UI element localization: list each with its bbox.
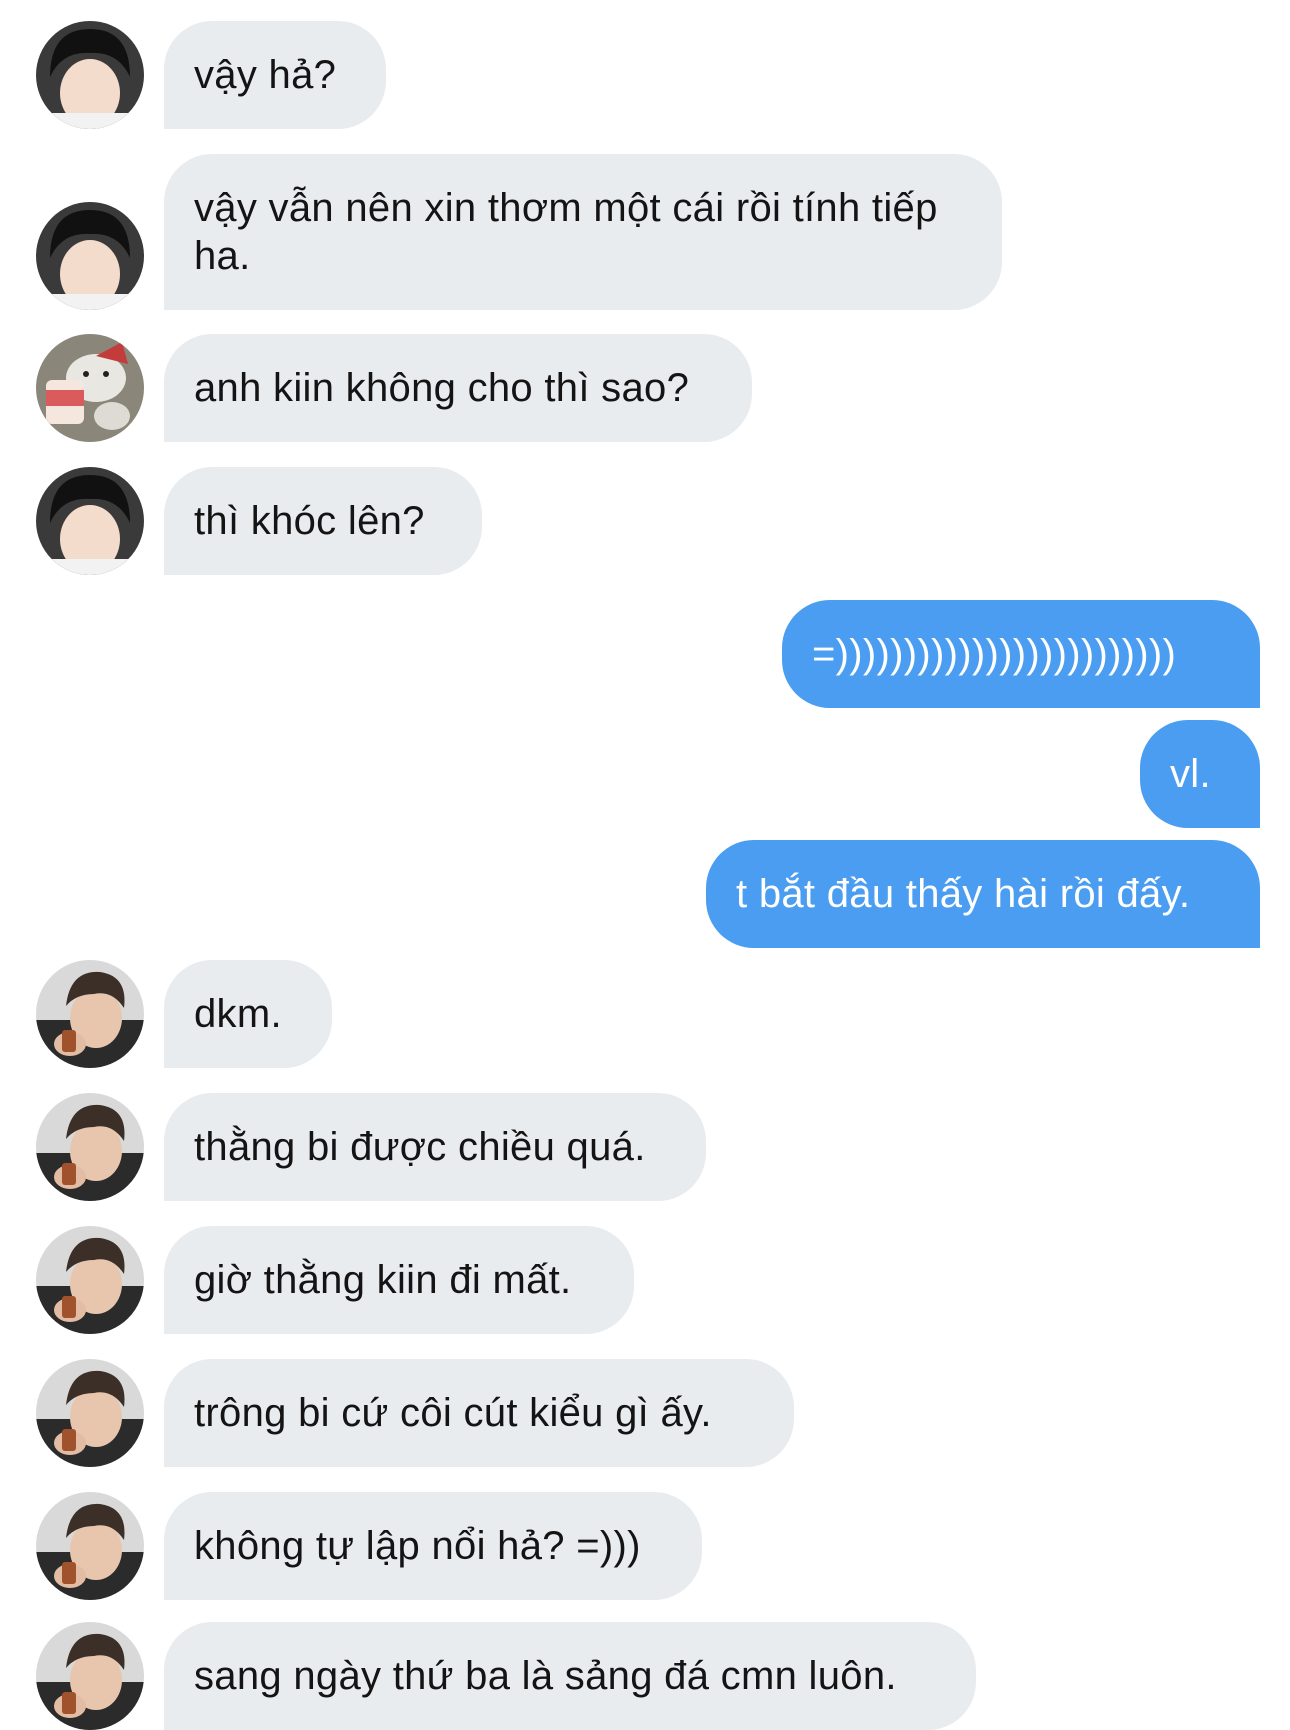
message-text: thì khóc lên? <box>194 499 425 543</box>
message-bubble[interactable]: không tự lập nổi hả? =))) <box>164 1492 702 1600</box>
avatar-boy-b[interactable] <box>36 1093 144 1201</box>
avatar-boy-b[interactable] <box>36 1226 144 1334</box>
message-text: vậy vẫn nên xin thơm một cái rồi tính ti… <box>194 186 938 278</box>
message-bubble[interactable]: thì khóc lên? <box>164 467 482 575</box>
message-text: =))))))))))))))))))))))))) <box>812 632 1177 676</box>
message-text: sang ngày thứ ba là sảng đá cmn luôn. <box>194 1654 897 1698</box>
message-text: anh kiin không cho thì sao? <box>194 366 690 410</box>
avatar-boy-b[interactable] <box>36 1492 144 1600</box>
message-text: không tự lập nổi hả? =))) <box>194 1524 641 1568</box>
message-bubble[interactable]: anh kiin không cho thì sao? <box>164 334 752 442</box>
message-bubble[interactable]: giờ thằng kiin đi mất. <box>164 1226 634 1334</box>
chat-thread: vậy hả? vậy vẫn nên xin thơm một cái rồi… <box>0 0 1290 1730</box>
message-text: trông bi cứ côi cút kiểu gì ấy. <box>194 1391 712 1435</box>
avatar-boy-b[interactable] <box>36 1359 144 1467</box>
message-bubble-outgoing[interactable]: vl. <box>1140 720 1260 828</box>
message-text: vl. <box>1170 752 1211 796</box>
avatar-boy-a[interactable] <box>36 467 144 575</box>
message-text: t bắt đầu thấy hài rồi đấy. <box>736 872 1191 916</box>
message-text: giờ thằng kiin đi mất. <box>194 1258 572 1302</box>
message-bubble[interactable]: sang ngày thứ ba là sảng đá cmn luôn. <box>164 1622 976 1730</box>
avatar-boy-b[interactable] <box>36 1622 144 1730</box>
message-bubble[interactable]: vậy vẫn nên xin thơm một cái rồi tính ti… <box>164 154 1002 310</box>
message-bubble[interactable]: thằng bi được chiều quá. <box>164 1093 706 1201</box>
message-bubble-outgoing[interactable]: t bắt đầu thấy hài rồi đấy. <box>706 840 1260 948</box>
avatar-boy-a[interactable] <box>36 202 144 310</box>
avatar-bear[interactable] <box>36 334 144 442</box>
message-text: dkm. <box>194 992 282 1036</box>
message-bubble-outgoing[interactable]: =))))))))))))))))))))))))) <box>782 600 1260 708</box>
message-text: thằng bi được chiều quá. <box>194 1125 646 1169</box>
message-bubble[interactable]: dkm. <box>164 960 332 1068</box>
message-bubble[interactable]: trông bi cứ côi cút kiểu gì ấy. <box>164 1359 794 1467</box>
message-text: vậy hả? <box>194 53 337 97</box>
message-bubble[interactable]: vậy hả? <box>164 21 386 129</box>
avatar-boy-a[interactable] <box>36 21 144 129</box>
avatar-boy-b[interactable] <box>36 960 144 1068</box>
